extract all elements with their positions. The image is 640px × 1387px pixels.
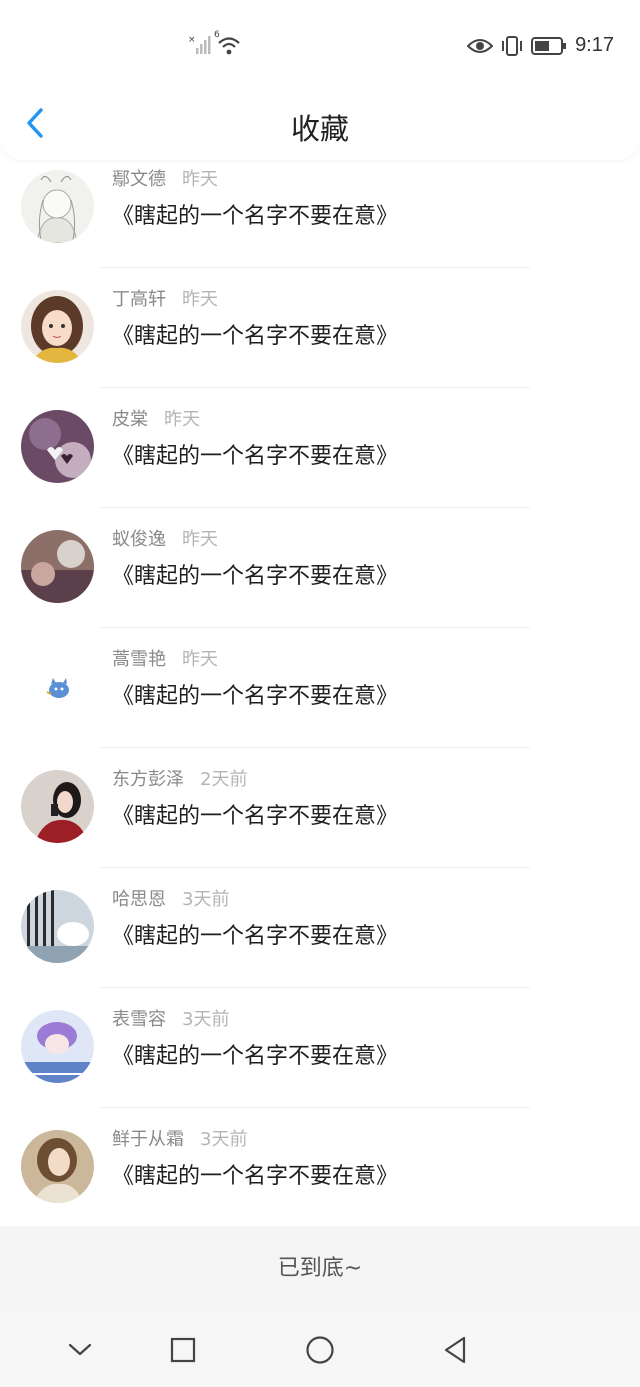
collapse-chevron-icon <box>68 1343 92 1356</box>
avatar <box>21 1130 94 1203</box>
collapse-button[interactable] <box>62 1332 98 1368</box>
item-time: 昨天 <box>164 409 200 430</box>
item-title: 《瞎起的一个名字不要在意》 <box>112 924 399 949</box>
item-title: 《瞎起的一个名字不要在意》 <box>112 204 399 229</box>
list-item[interactable]: 表雪容 3天前 《瞎起的一个名字不要在意》 <box>0 988 640 1108</box>
signal-badge: 6 <box>214 30 220 40</box>
status-bar: × 6 9:17 <box>0 0 640 92</box>
author-name: 东方彭泽 <box>112 769 184 790</box>
author-name: 表雪容 <box>112 1009 166 1030</box>
avatar <box>21 170 94 243</box>
list-item[interactable]: 皮棠 昨天 《瞎起的一个名字不要在意》 <box>0 388 640 508</box>
item-title: 《瞎起的一个名字不要在意》 <box>112 1164 399 1189</box>
list-item[interactable]: 鄢文德 昨天 《瞎起的一个名字不要在意》 <box>0 160 640 268</box>
item-title: 《瞎起的一个名字不要在意》 <box>112 444 399 469</box>
header: 收藏 <box>0 92 640 160</box>
item-meta: 蒿雪艳 昨天 <box>112 645 218 671</box>
item-time: 2天前 <box>200 769 248 790</box>
list-item[interactable]: 丁高轩 昨天 《瞎起的一个名字不要在意》 <box>0 268 640 388</box>
end-of-list-footer: 已到底~ <box>0 1226 640 1312</box>
back-triangle-icon <box>444 1336 466 1364</box>
author-name: 鲜于从霜 <box>112 1129 184 1150</box>
item-title: 《瞎起的一个名字不要在意》 <box>112 324 399 349</box>
avatar <box>21 1010 94 1083</box>
battery-icon <box>531 36 567 55</box>
svg-text:×: × <box>188 35 196 45</box>
status-time: 9:17 <box>575 34 614 56</box>
item-time: 昨天 <box>182 169 218 190</box>
item-meta: 东方彭泽 2天前 <box>112 765 247 791</box>
item-meta: 蚁俊逸 昨天 <box>112 525 218 551</box>
item-time: 昨天 <box>182 289 218 310</box>
no-sim-signal-icon: × <box>188 35 211 54</box>
item-time: 3天前 <box>200 1129 248 1150</box>
item-meta: 丁高轩 昨天 <box>112 285 218 311</box>
item-meta: 皮棠 昨天 <box>112 405 200 431</box>
item-title: 《瞎起的一个名字不要在意》 <box>112 1044 399 1069</box>
home-button[interactable] <box>302 1332 338 1368</box>
item-title: 《瞎起的一个名字不要在意》 <box>112 564 399 589</box>
list-item[interactable]: 鲜于从霜 3天前 《瞎起的一个名字不要在意》 <box>0 1108 640 1226</box>
item-time: 3天前 <box>182 889 230 910</box>
item-time: 昨天 <box>182 529 218 550</box>
list-item[interactable]: 东方彭泽 2天前 《瞎起的一个名字不要在意》 <box>0 748 640 868</box>
avatar <box>21 890 94 963</box>
recents-square-icon <box>170 1337 196 1363</box>
favorites-list: 鄢文德 昨天 《瞎起的一个名字不要在意》 丁高轩 昨天 《瞎起的一个名字不要在意》 <box>0 160 640 1226</box>
avatar <box>21 650 94 723</box>
system-back-button[interactable] <box>438 1332 474 1368</box>
author-name: 蚁俊逸 <box>112 529 166 550</box>
recents-button[interactable] <box>165 1332 201 1368</box>
system-nav-bar <box>0 1312 640 1387</box>
avatar <box>21 530 94 603</box>
list-item[interactable]: 哈思恩 3天前 《瞎起的一个名字不要在意》 <box>0 868 640 988</box>
author-name: 哈思恩 <box>112 889 166 910</box>
list-item[interactable]: 蚁俊逸 昨天 《瞎起的一个名字不要在意》 <box>0 508 640 628</box>
author-name: 丁高轩 <box>112 289 166 310</box>
home-circle-icon <box>306 1336 334 1364</box>
item-meta: 哈思恩 3天前 <box>112 885 229 911</box>
item-meta: 表雪容 3天前 <box>112 1005 229 1031</box>
author-name: 蒿雪艳 <box>112 649 166 670</box>
page-title: 收藏 <box>290 112 349 146</box>
item-meta: 鄢文德 昨天 <box>112 165 218 191</box>
author-name: 鄢文德 <box>112 169 166 190</box>
avatar <box>21 290 94 363</box>
status-left: × 6 <box>188 30 242 60</box>
avatar <box>21 770 94 843</box>
item-time: 3天前 <box>182 1009 230 1030</box>
eye-icon <box>467 38 494 53</box>
status-right: 9:17 <box>467 34 614 57</box>
item-time: 昨天 <box>182 649 218 670</box>
item-meta: 鲜于从霜 3天前 <box>112 1125 247 1151</box>
item-title: 《瞎起的一个名字不要在意》 <box>112 684 399 709</box>
item-title: 《瞎起的一个名字不要在意》 <box>112 804 399 829</box>
avatar <box>21 410 94 483</box>
vibrate-icon <box>502 35 523 56</box>
list-item[interactable]: 蒿雪艳 昨天 《瞎起的一个名字不要在意》 <box>0 628 640 748</box>
author-name: 皮棠 <box>112 409 148 430</box>
